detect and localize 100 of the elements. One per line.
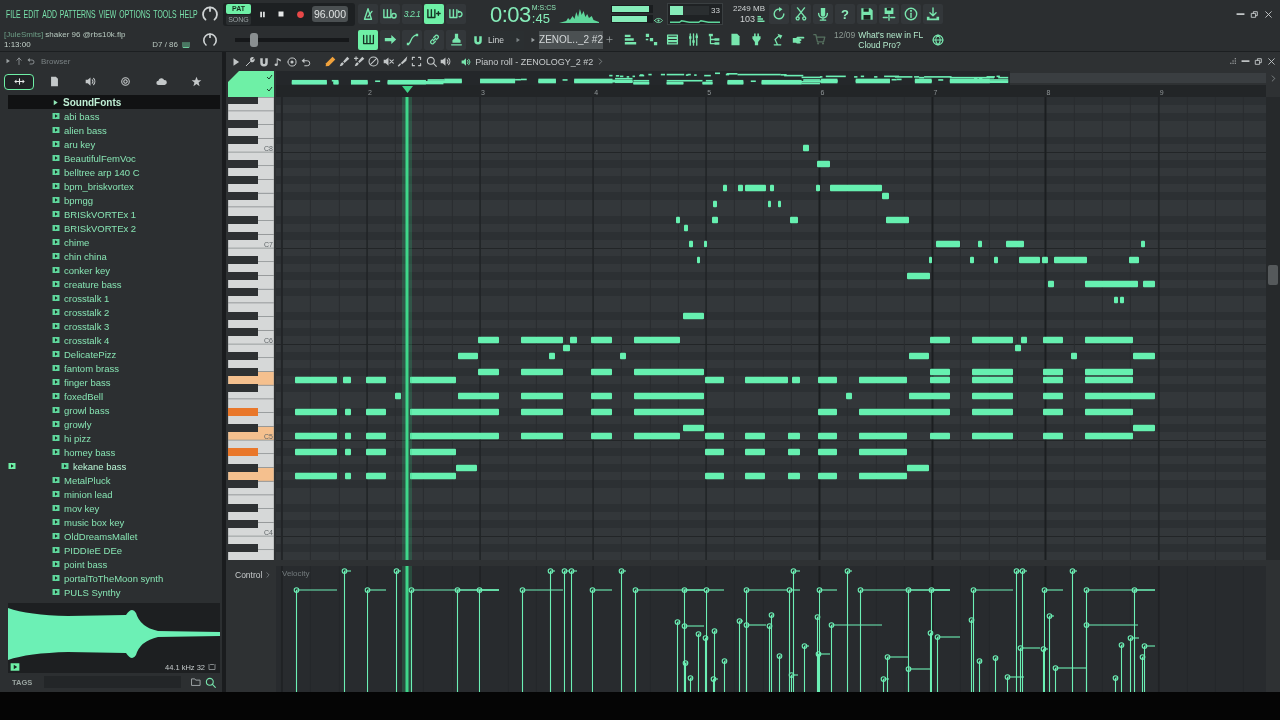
toggle-button[interactable]: 3.2.1 [402, 4, 422, 24]
tool-button[interactable] [380, 29, 400, 50]
velocity-stem[interactable] [1004, 674, 1025, 692]
browser-item[interactable]: growl bass [52, 404, 110, 416]
browser-item[interactable]: aru key [52, 138, 96, 150]
velocity-stem[interactable] [992, 655, 999, 692]
note-block[interactable] [745, 376, 788, 384]
note-block[interactable] [1043, 368, 1063, 376]
note-block[interactable] [1133, 352, 1155, 360]
menu-item[interactable]: PATTERNS [59, 8, 96, 20]
note-block[interactable] [788, 448, 800, 456]
note-block[interactable] [366, 408, 386, 416]
toggle-button[interactable] [424, 4, 444, 24]
note-block[interactable] [907, 272, 930, 280]
velocity-stem[interactable] [687, 675, 694, 692]
note-block[interactable] [410, 472, 456, 480]
note-block[interactable] [972, 408, 1013, 416]
note-block[interactable] [972, 392, 1013, 400]
note-block[interactable] [295, 408, 337, 416]
velocity-stem[interactable] [976, 658, 983, 692]
browser-item[interactable]: crosstalk 1 [52, 292, 110, 304]
note-block[interactable] [1085, 432, 1133, 440]
pattern-selector[interactable]: ZENOL.._2 #2 [539, 30, 603, 49]
note-block[interactable] [909, 352, 929, 360]
note-block[interactable] [521, 432, 563, 440]
note-block[interactable] [410, 376, 456, 384]
velocity-stem[interactable] [1131, 587, 1156, 692]
velocity-stem[interactable] [1127, 635, 1140, 692]
note-block[interactable] [1054, 256, 1087, 264]
note-block[interactable] [634, 336, 680, 344]
note-block[interactable] [458, 392, 499, 400]
note-block[interactable] [591, 336, 612, 344]
browser-item[interactable]: foxedBell [52, 390, 104, 402]
note-block[interactable] [683, 424, 704, 432]
note-block[interactable] [936, 240, 960, 248]
note-block[interactable] [521, 392, 563, 400]
toggle-button[interactable] [358, 4, 378, 24]
note-block[interactable] [882, 192, 889, 200]
note-block[interactable] [803, 144, 809, 152]
browser-tab[interactable] [4, 73, 34, 90]
note-block[interactable] [1085, 392, 1155, 400]
tool-button[interactable] [358, 29, 378, 50]
note-block[interactable] [909, 392, 950, 400]
velocity-stem[interactable] [766, 623, 773, 692]
note-block[interactable] [295, 472, 337, 480]
note-block[interactable] [818, 448, 837, 456]
note-block[interactable] [972, 432, 1013, 440]
tool-button[interactable] [446, 29, 466, 50]
note-block[interactable] [1043, 336, 1063, 344]
velocity-stem[interactable] [743, 622, 767, 692]
browser-item[interactable]: point bass [52, 558, 108, 570]
browser-item[interactable]: DelicatePizz [52, 348, 117, 360]
velocity-stem[interactable] [844, 568, 853, 692]
scrollbar-thumb[interactable] [1268, 265, 1278, 285]
browser-item[interactable]: BRISkVORTEx 2 [52, 222, 137, 234]
toolbar-button[interactable] [813, 4, 833, 24]
note-block[interactable] [1085, 336, 1133, 344]
note-block[interactable] [634, 432, 680, 440]
menu-item[interactable]: EDIT [23, 8, 40, 20]
note-block[interactable] [859, 472, 907, 480]
velocity-stem[interactable] [1083, 622, 1139, 692]
browser-item[interactable]: bpmgg [52, 194, 94, 206]
velocity-stem[interactable] [568, 568, 578, 692]
note-block[interactable] [846, 392, 852, 400]
note-grid[interactable] [276, 97, 1266, 560]
velocity-stem[interactable] [788, 672, 799, 692]
note-block[interactable] [1043, 432, 1063, 440]
browser-item[interactable]: homey bass [52, 446, 116, 458]
velocity-stem[interactable] [519, 587, 564, 692]
note-block[interactable] [790, 216, 798, 224]
browser-item[interactable]: crosstalk 3 [52, 320, 110, 332]
note-block[interactable] [972, 376, 1013, 384]
menu-item[interactable]: FILE [6, 8, 21, 20]
browser-item[interactable]: alien bass [52, 124, 107, 136]
note-block[interactable] [1019, 256, 1040, 264]
note-block[interactable] [521, 408, 563, 416]
toolbar-button[interactable] [857, 4, 877, 24]
note-block[interactable] [521, 368, 563, 376]
browser-item[interactable]: PULS Synthy [52, 586, 121, 598]
velocity-stem[interactable] [393, 568, 402, 692]
browser-item[interactable]: music box key [52, 516, 125, 528]
note-block[interactable] [634, 408, 704, 416]
note-block[interactable] [366, 432, 386, 440]
velocity-stem[interactable] [816, 587, 838, 692]
velocity-stem[interactable] [1069, 568, 1078, 692]
browser-item[interactable]: conker key [52, 264, 110, 276]
note-block[interactable] [478, 368, 499, 376]
note-block[interactable] [620, 352, 626, 360]
velocity-stem[interactable] [695, 631, 702, 692]
playhead-line[interactable] [402, 566, 412, 692]
browser-item[interactable]: portalToTheMoon synth [52, 572, 164, 584]
browser-item[interactable]: kekane bass [61, 460, 127, 472]
velocity-stem[interactable] [801, 643, 810, 692]
note-block[interactable] [705, 432, 724, 440]
note-block[interactable] [930, 368, 950, 376]
note-block[interactable] [972, 368, 1013, 376]
velocity-stem[interactable] [681, 623, 705, 692]
browser-item[interactable]: fantom brass [52, 362, 119, 374]
note-block[interactable] [859, 432, 907, 440]
velocity-stem[interactable] [589, 587, 613, 692]
